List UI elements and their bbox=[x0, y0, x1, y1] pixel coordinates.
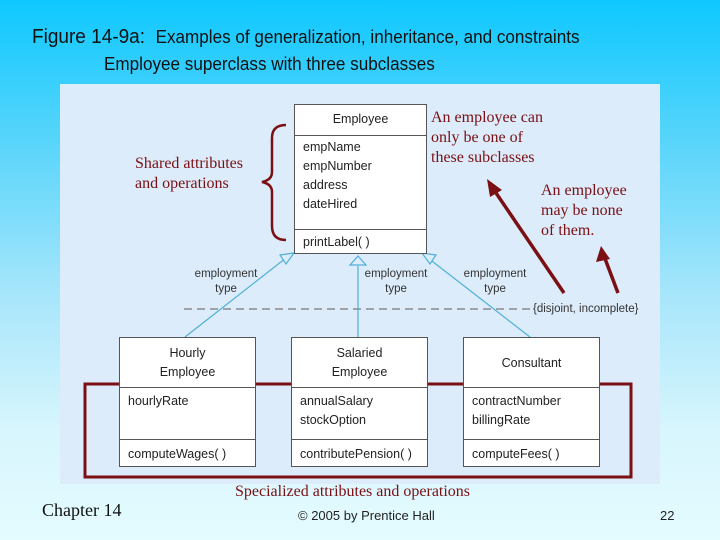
annotation-disjoint: An employee can only be one of these sub… bbox=[431, 109, 543, 166]
class-consultant: Consultant contractNumber billingRate co… bbox=[463, 337, 600, 467]
operation-list: printLabel( ) bbox=[295, 229, 426, 255]
footer-copyright: © 2005 by Prentice Hall bbox=[298, 508, 435, 523]
generalization-arrow-icon bbox=[348, 255, 368, 266]
class-name: Consultant bbox=[501, 356, 562, 370]
attribute-list: hourlyRate bbox=[120, 387, 255, 439]
operation-list: computeWages( ) bbox=[120, 439, 255, 467]
discriminator-label: employment type bbox=[194, 268, 258, 295]
attribute: address bbox=[303, 178, 348, 192]
attribute: empNumber bbox=[303, 159, 372, 173]
arrow-head-icon bbox=[596, 246, 610, 262]
attribute: empName bbox=[303, 140, 361, 154]
operation: contributePension( ) bbox=[300, 447, 412, 461]
discriminator-label: employment type bbox=[364, 268, 428, 295]
arrow-head-icon bbox=[487, 179, 502, 197]
footer-chapter: Chapter 14 bbox=[42, 500, 122, 520]
attribute: annualSalary bbox=[300, 394, 373, 408]
attribute-list: annualSalary stockOption bbox=[292, 387, 427, 439]
attribute-list: contractNumber billingRate bbox=[464, 387, 599, 439]
operation-list: computeFees( ) bbox=[464, 439, 599, 467]
attribute-list: empName empNumber address dateHired bbox=[295, 135, 426, 229]
attribute: dateHired bbox=[303, 197, 358, 211]
constraint-label: {disjoint, incomplete} bbox=[533, 303, 639, 315]
operation: printLabel( ) bbox=[303, 235, 370, 249]
discriminator-label: employment type bbox=[463, 268, 527, 295]
attribute: billingRate bbox=[472, 413, 531, 427]
attribute: contractNumber bbox=[472, 394, 561, 408]
operation-list: contributePension( ) bbox=[292, 439, 427, 467]
footer-page-number: 22 bbox=[660, 508, 675, 523]
class-name: Hourly Employee bbox=[159, 346, 216, 379]
operation: computeFees( ) bbox=[472, 447, 560, 461]
attribute: hourlyRate bbox=[128, 394, 189, 408]
operation: computeWages( ) bbox=[128, 447, 227, 461]
class-employee: Employee empName empNumber address dateH… bbox=[294, 104, 427, 254]
annotation-shared: Shared attributes and operations bbox=[135, 155, 243, 192]
annotation-specialized: Specialized attributes and operations bbox=[235, 483, 471, 500]
generalization-arrow-icon bbox=[278, 252, 296, 266]
attribute: stockOption bbox=[300, 413, 367, 427]
class-name: Employee bbox=[332, 112, 389, 126]
arrow-incomplete bbox=[602, 255, 620, 294]
class-salaried-employee: Salaried Employee annualSalary stockOpti… bbox=[291, 337, 428, 467]
class-hourly-employee: Hourly Employee hourlyRate computeWages(… bbox=[119, 337, 256, 467]
class-name: Salaried Employee bbox=[331, 346, 388, 379]
brace-icon bbox=[261, 123, 287, 242]
annotation-incomplete: An employee may be none of them. bbox=[541, 182, 627, 239]
